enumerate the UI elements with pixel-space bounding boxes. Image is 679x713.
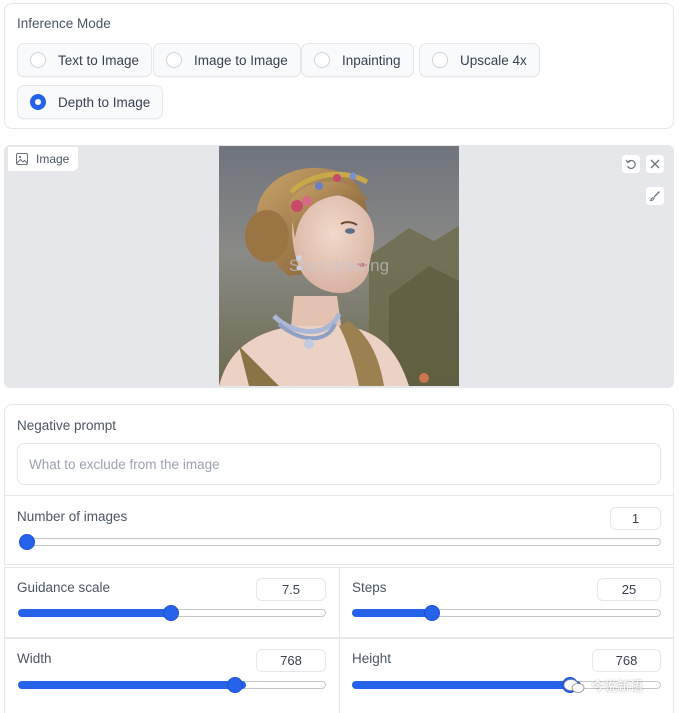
radio-circle-icon (432, 52, 448, 68)
image-label: Image (36, 152, 70, 166)
start-drawing-hint: Start drawing (288, 256, 390, 275)
slider-thumb[interactable] (227, 677, 244, 693)
width-slider[interactable] (18, 677, 326, 693)
radio-circle-icon (166, 52, 182, 68)
image-input-panel: Image Start drawing (4, 145, 674, 388)
inference-mode-panel: Inference Mode Text to Image Image to Im… (4, 3, 674, 129)
radio-text-to-image[interactable]: Text to Image (17, 43, 153, 77)
negative-prompt-input[interactable] (17, 443, 661, 485)
number-of-images-panel: Number of images 1 (4, 495, 674, 565)
radio-circle-icon (30, 52, 46, 68)
steps-slider[interactable] (352, 605, 661, 621)
guidance-steps-row: Guidance scale 7.5 Steps 25 (4, 567, 674, 638)
guidance-scale-slider[interactable] (18, 605, 326, 621)
slider-thumb[interactable] (424, 605, 441, 621)
radio-label: Inpainting (342, 52, 401, 68)
slider-fill (18, 681, 247, 689)
guidance-scale-label: Guidance scale (17, 580, 111, 595)
inference-mode-label: Inference Mode (17, 16, 111, 31)
steps-label: Steps (352, 580, 387, 595)
radio-label: Depth to Image (58, 94, 151, 110)
wechat-logo-icon (563, 678, 585, 693)
close-icon (650, 159, 660, 169)
radio-upscale-4x[interactable]: Upscale 4x (419, 43, 540, 77)
watermark: 今说新语 (563, 676, 643, 695)
slider-thumb[interactable] (163, 605, 179, 621)
negative-prompt-panel: Negative prompt (4, 404, 674, 496)
drawing-canvas[interactable]: Start drawing (219, 146, 459, 386)
clear-button[interactable] (645, 154, 665, 174)
number-of-images-input[interactable]: 1 (610, 507, 661, 530)
radio-label: Text to Image (58, 52, 140, 68)
undo-button[interactable] (621, 154, 641, 174)
radio-label: Upscale 4x (460, 52, 527, 68)
watermark-text: 今说新语 (591, 679, 644, 694)
radio-depth-to-image[interactable]: Depth to Image (17, 85, 164, 119)
guidance-scale-input[interactable]: 7.5 (256, 578, 326, 601)
radio-label: Image to Image (194, 52, 288, 68)
radio-image-to-image[interactable]: Image to Image (153, 43, 301, 77)
brush-button[interactable] (645, 186, 665, 206)
width-label: Width (17, 651, 52, 666)
radio-inpainting[interactable]: Inpainting (301, 43, 414, 77)
height-label: Height (352, 651, 392, 666)
number-of-images-slider[interactable] (19, 534, 661, 550)
column-divider (339, 639, 340, 713)
height-input[interactable]: 768 (592, 649, 661, 672)
slider-fill (352, 681, 582, 689)
radio-circle-icon (314, 52, 330, 68)
slider-thumb[interactable] (19, 534, 35, 550)
brush-icon (649, 191, 660, 202)
image-label-tag: Image (8, 147, 79, 171)
column-divider (339, 568, 340, 637)
undo-icon (625, 159, 636, 170)
width-input[interactable]: 768 (256, 649, 326, 672)
slider-fill (18, 609, 179, 617)
steps-input[interactable]: 25 (597, 578, 661, 601)
image-icon (16, 153, 28, 165)
radio-checked-icon (30, 94, 46, 110)
negative-prompt-label: Negative prompt (17, 418, 117, 433)
number-of-images-label: Number of images (17, 509, 128, 524)
